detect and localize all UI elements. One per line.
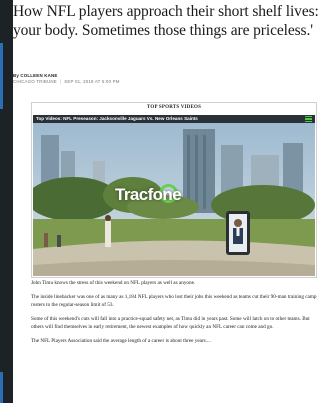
article-paragraph-3: Some of this weekend's cuts will fall in… — [31, 316, 310, 330]
article-body: John Timu knows the stress of this weeke… — [31, 279, 319, 351]
sponsor-logo-text: Tracfone — [115, 185, 182, 204]
video-section-title: TOP SPORTS VIDEOS — [146, 105, 202, 110]
byline-meta: CHICAGO TRIBUNE | SEP 01, 2018 AT 5:00 PM — [13, 79, 120, 85]
top-sports-videos-module: TOP SPORTS VIDEOS Top Videos: NFL Presea… — [31, 102, 317, 278]
bottom-fade — [13, 389, 326, 403]
article-paragraph-1: John Timu knows the stress of this weeke… — [31, 280, 196, 286]
byline-separator: | — [59, 79, 62, 84]
video-player[interactable]: Top Videos: NFL Preseason: Jacksonville … — [33, 115, 315, 276]
sponsor-logo: Tracfone — [115, 181, 199, 215]
video-title[interactable]: Top Videos: NFL Preseason: Jacksonville … — [36, 115, 198, 123]
byline-date: SEP 01, 2018 AT 5:00 PM — [64, 79, 120, 84]
article-paragraph-4: The NFL Players Association said the ave… — [31, 338, 211, 344]
article-headline: How NFL players approach their short she… — [13, 3, 319, 39]
byline: By COLLEEN KANE CHICAGO TRIBUNE | SEP 01, … — [13, 73, 120, 85]
left-accent-strip-bottom — [0, 372, 3, 403]
article-page: How NFL players approach their short she… — [13, 0, 326, 403]
left-accent-strip — [0, 43, 3, 109]
byline-outlet: CHICAGO TRIBUNE — [13, 79, 57, 84]
video-title-bar: Top Videos: NFL Preseason: Jacksonville … — [33, 115, 315, 123]
hamburger-menu-icon[interactable] — [305, 116, 312, 122]
article-paragraph-2: The inside linebacker was one of as many… — [31, 294, 317, 308]
